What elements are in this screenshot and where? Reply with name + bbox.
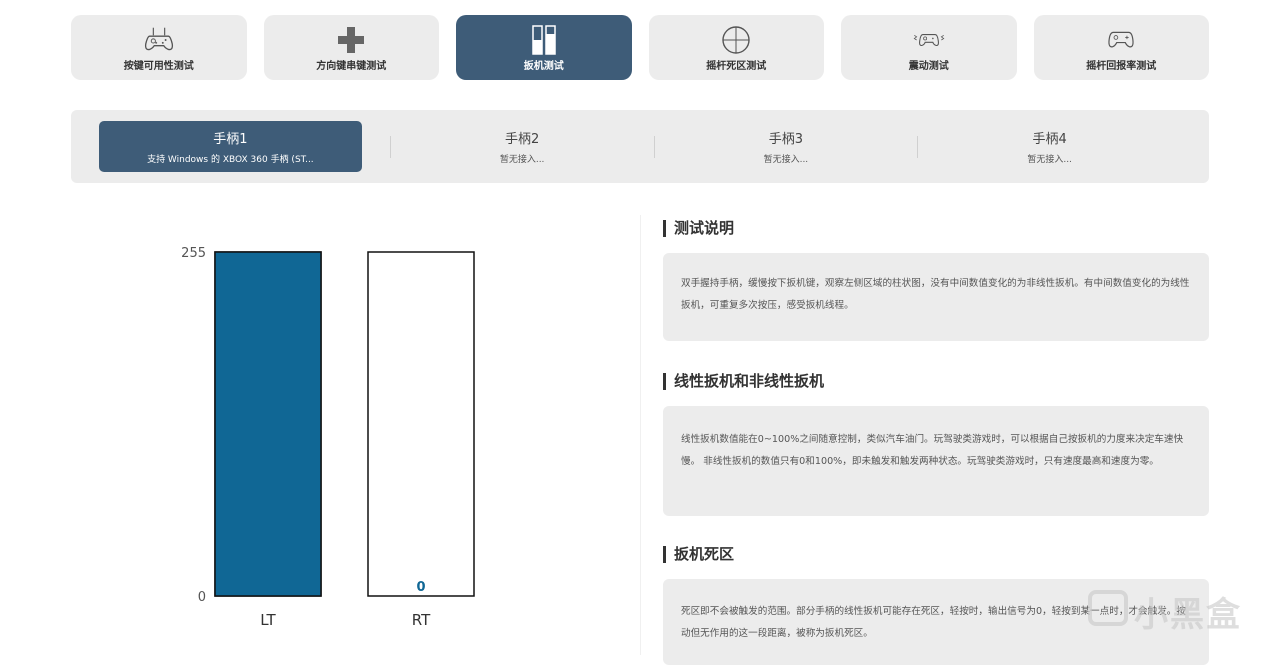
gamepad-outline-icon: [1104, 24, 1138, 56]
tab-dpad-ghosting[interactable]: 方向键串键测试: [263, 15, 439, 80]
tab-stick-polling[interactable]: 摇杆回报率测试: [1033, 15, 1209, 80]
tab-label: 方向键串键测试: [316, 60, 387, 72]
y-tick-label: 255: [181, 246, 206, 261]
gamepad-icon: [142, 24, 176, 56]
trigger-bar-chart: 255 0 LT RT 0: [181, 246, 475, 629]
watermark-text: 小黑盒: [1134, 595, 1242, 635]
data-label: 0: [416, 580, 425, 595]
controller-name: 手柄2: [504, 132, 540, 147]
test-tabs: 按键可用性测试 方向键串键测试 扳机测试 摇杆死区测试 震动测试 摇杆回报率测试: [71, 15, 1209, 80]
x-tick-label: RT: [412, 611, 431, 629]
section-title: 测试说明: [663, 220, 1209, 237]
dpad-icon: [334, 24, 368, 56]
section-title: 线性扳机和非线性扳机: [663, 373, 1209, 390]
controller-status: 暂无接入...: [499, 155, 545, 165]
section-body: 线性扳机数值能在0~100%之间随意控制，类似汽车油门。玩驾驶类游戏时，可以根据…: [663, 406, 1209, 516]
x-tick-label: LT: [260, 611, 276, 629]
bar-frame: [367, 251, 475, 597]
panel-divider: [640, 215, 641, 655]
y-tick-label: 0: [198, 590, 206, 605]
tab-trigger-test[interactable]: 扳机测试: [456, 15, 632, 80]
section-linear-vs-nonlinear: 线性扳机和非线性扳机 线性扳机数值能在0~100%之间随意控制，类似汽车油门。玩…: [663, 373, 1209, 516]
controller-name: 手柄4: [1032, 132, 1067, 147]
controller-status: 暂无接入...: [763, 155, 809, 165]
trigger-bars-icon: [527, 24, 561, 56]
tab-label: 按键可用性测试: [123, 60, 194, 72]
controller-status: 支持 Windows 的 XBOX 360 手柄 (ST...: [147, 155, 314, 165]
tab-label: 扳机测试: [523, 60, 564, 72]
watermark-logo-icon: [1088, 590, 1128, 626]
controller-slot-3[interactable]: 手柄3 暂无接入...: [655, 121, 918, 172]
section-body: 双手握持手柄，缓慢按下扳机键，观察左侧区域的柱状图，没有中间数值变化的为非线性扳…: [663, 253, 1209, 341]
tab-label: 摇杆回报率测试: [1086, 60, 1157, 72]
crosshair-icon: [719, 24, 753, 56]
controller-name: 手柄3: [768, 132, 804, 147]
tab-stick-deadzone[interactable]: 摇杆死区测试: [648, 15, 824, 80]
controller-slot-1[interactable]: 手柄1 支持 Windows 的 XBOX 360 手柄 (ST...: [99, 121, 362, 172]
controller-slot-2[interactable]: 手柄2 暂无接入...: [391, 121, 654, 172]
tab-button-availability[interactable]: 按键可用性测试: [71, 15, 247, 80]
section-body: 死区即不会被触发的范围。部分手柄的线性扳机可能存在死区，轻按时，输出信号为0，轻…: [663, 579, 1209, 665]
tab-label: 震动测试: [908, 60, 949, 72]
section-title: 扳机死区: [663, 546, 1209, 563]
controller-selector: 手柄1 支持 Windows 的 XBOX 360 手柄 (ST... 手柄2 …: [71, 110, 1209, 183]
section-test-description: 测试说明 双手握持手柄，缓慢按下扳机键，观察左侧区域的柱状图，没有中间数值变化的…: [663, 220, 1209, 341]
vibrating-gamepad-icon: [912, 24, 946, 56]
bar: [214, 251, 322, 597]
controller-name: 手柄1: [213, 132, 248, 147]
tab-vibration[interactable]: 震动测试: [841, 15, 1017, 80]
controller-slot-4[interactable]: 手柄4 暂无接入...: [918, 121, 1181, 172]
controller-status: 暂无接入...: [1027, 155, 1072, 165]
tab-label: 摇杆死区测试: [706, 60, 767, 72]
